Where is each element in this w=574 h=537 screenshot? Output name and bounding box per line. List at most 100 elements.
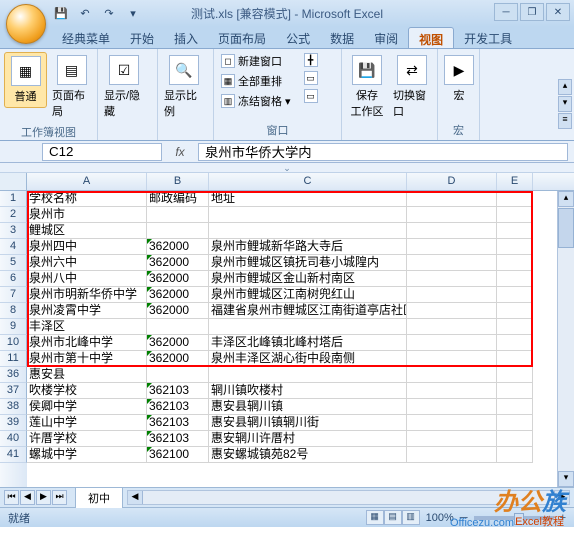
cell-E5[interactable] <box>497 255 533 271</box>
zoom-button[interactable]: 🔍 显示比例 <box>162 52 206 122</box>
tab-开发工具[interactable]: 开发工具 <box>454 27 522 48</box>
cell-C5[interactable]: 泉州市鲤城区镇抚司巷小城隍内 <box>209 255 407 271</box>
cell-B39[interactable]: 362103 <box>147 415 209 431</box>
cell-A5[interactable]: 泉州六中 <box>27 255 147 271</box>
view-page-layout-button[interactable]: ▤ 页面布局 <box>50 52 93 122</box>
save-icon[interactable]: 💾 <box>52 5 70 23</box>
cell-D2[interactable] <box>407 207 497 223</box>
cell-A1[interactable]: 学校名称 <box>27 191 147 207</box>
row-header-7[interactable]: 7 <box>0 287 27 303</box>
row-header-5[interactable]: 5 <box>0 255 27 271</box>
cell-B3[interactable] <box>147 223 209 239</box>
cell-E3[interactable] <box>497 223 533 239</box>
cell-C39[interactable]: 惠安县辋川镇辋川街 <box>209 415 407 431</box>
cell-C3[interactable] <box>209 223 407 239</box>
cell-B41[interactable]: 362100 <box>147 447 209 463</box>
cell-C9[interactable] <box>209 319 407 335</box>
zoom-in-icon[interactable]: + <box>560 512 566 524</box>
cell-E7[interactable] <box>497 287 533 303</box>
cell-C4[interactable]: 泉州市鲤城新华路大寺后 <box>209 239 407 255</box>
row-header-38[interactable]: 38 <box>0 399 27 415</box>
qat-dropdown-icon[interactable]: ▾ <box>124 5 142 23</box>
cell-D11[interactable] <box>407 351 497 367</box>
row-header-10[interactable]: 10 <box>0 335 27 351</box>
cell-B8[interactable]: 362000 <box>147 303 209 319</box>
row-header-9[interactable]: 9 <box>0 319 27 335</box>
unhide-button[interactable]: ▭ <box>301 88 321 104</box>
row-header-40[interactable]: 40 <box>0 431 27 447</box>
cell-A38[interactable]: 侯卿中学 <box>27 399 147 415</box>
row-header-6[interactable]: 6 <box>0 271 27 287</box>
col-header-A[interactable]: A <box>27 173 147 190</box>
cell-B38[interactable]: 362103 <box>147 399 209 415</box>
cell-D41[interactable] <box>407 447 497 463</box>
cell-B7[interactable]: 362000 <box>147 287 209 303</box>
redo-icon[interactable]: ↷ <box>100 5 118 23</box>
formula-bar-expand[interactable]: ⌄ <box>0 163 574 173</box>
col-header-D[interactable]: D <box>407 173 497 190</box>
sheet-tab[interactable]: 初中 <box>75 487 123 508</box>
formula-bar[interactable] <box>198 143 568 161</box>
hide-button[interactable]: ▭ <box>301 70 321 86</box>
col-header-C[interactable]: C <box>209 173 407 190</box>
cell-A39[interactable]: 莲山中学 <box>27 415 147 431</box>
zoom-slider[interactable] <box>474 516 554 520</box>
cell-E11[interactable] <box>497 351 533 367</box>
cell-E1[interactable] <box>497 191 533 207</box>
cell-B40[interactable]: 362103 <box>147 431 209 447</box>
row-header-4[interactable]: 4 <box>0 239 27 255</box>
cell-D36[interactable] <box>407 367 497 383</box>
view-shortcuts[interactable]: ▦▤▥ <box>366 510 420 525</box>
cells-area[interactable]: 学校名称邮政编码地址泉州市鲤城区泉州四中362000泉州市鲤城新华路大寺后泉州六… <box>27 191 574 487</box>
cell-E38[interactable] <box>497 399 533 415</box>
cell-A10[interactable]: 泉州市北峰中学 <box>27 335 147 351</box>
cell-C10[interactable]: 丰泽区北峰镇北峰村塔后 <box>209 335 407 351</box>
cell-E37[interactable] <box>497 383 533 399</box>
cell-B5[interactable]: 362000 <box>147 255 209 271</box>
cell-A4[interactable]: 泉州四中 <box>27 239 147 255</box>
cell-D5[interactable] <box>407 255 497 271</box>
cell-B37[interactable]: 362103 <box>147 383 209 399</box>
minimize-button[interactable]: ─ <box>494 3 518 21</box>
tab-经典菜单[interactable]: 经典菜单 <box>52 27 120 48</box>
cell-D10[interactable] <box>407 335 497 351</box>
cell-B36[interactable] <box>147 367 209 383</box>
cell-A9[interactable]: 丰泽区 <box>27 319 147 335</box>
cell-A8[interactable]: 泉州凌霄中学 <box>27 303 147 319</box>
cell-B4[interactable]: 362000 <box>147 239 209 255</box>
close-button[interactable]: ✕ <box>546 3 570 21</box>
cell-A36[interactable]: 惠安县 <box>27 367 147 383</box>
cell-B6[interactable]: 362000 <box>147 271 209 287</box>
tab-视图[interactable]: 视图 <box>408 27 454 48</box>
save-workspace-button[interactable]: 💾 保存 工作区 <box>346 52 388 122</box>
cell-C8[interactable]: 福建省泉州市鲤城区江南街道亭店社区凌霄路321号 <box>209 303 407 319</box>
vertical-scrollbar[interactable]: ▴ ▾ <box>557 191 574 487</box>
cell-D8[interactable] <box>407 303 497 319</box>
row-header-36[interactable]: 36 <box>0 367 27 383</box>
cell-A3[interactable]: 鲤城区 <box>27 223 147 239</box>
scroll-up-icon[interactable]: ▴ <box>558 191 574 207</box>
restore-button[interactable]: ❐ <box>520 3 544 21</box>
horizontal-scrollbar[interactable]: ◀▶ <box>127 490 570 505</box>
cell-C38[interactable]: 惠安县辋川镇 <box>209 399 407 415</box>
show-hide-button[interactable]: ☑ 显示/隐藏 <box>102 52 146 122</box>
cell-B9[interactable] <box>147 319 209 335</box>
cell-A40[interactable]: 许厝学校 <box>27 431 147 447</box>
cell-A41[interactable]: 螺城中学 <box>27 447 147 463</box>
office-button[interactable] <box>6 4 46 44</box>
cell-D40[interactable] <box>407 431 497 447</box>
row-header-39[interactable]: 39 <box>0 415 27 431</box>
split-button[interactable]: ╋ <box>301 52 321 68</box>
cell-E39[interactable] <box>497 415 533 431</box>
cell-E36[interactable] <box>497 367 533 383</box>
cell-A2[interactable]: 泉州市 <box>27 207 147 223</box>
new-window-button[interactable]: ◻新建窗口 <box>218 52 294 70</box>
cell-D6[interactable] <box>407 271 497 287</box>
cell-D37[interactable] <box>407 383 497 399</box>
cell-C1[interactable]: 地址 <box>209 191 407 207</box>
cell-C2[interactable] <box>209 207 407 223</box>
cell-E41[interactable] <box>497 447 533 463</box>
cell-C7[interactable]: 泉州市鲤城区江南树兜红山 <box>209 287 407 303</box>
cell-C41[interactable]: 惠安螺城镇苑82号 <box>209 447 407 463</box>
row-header-11[interactable]: 11 <box>0 351 27 367</box>
